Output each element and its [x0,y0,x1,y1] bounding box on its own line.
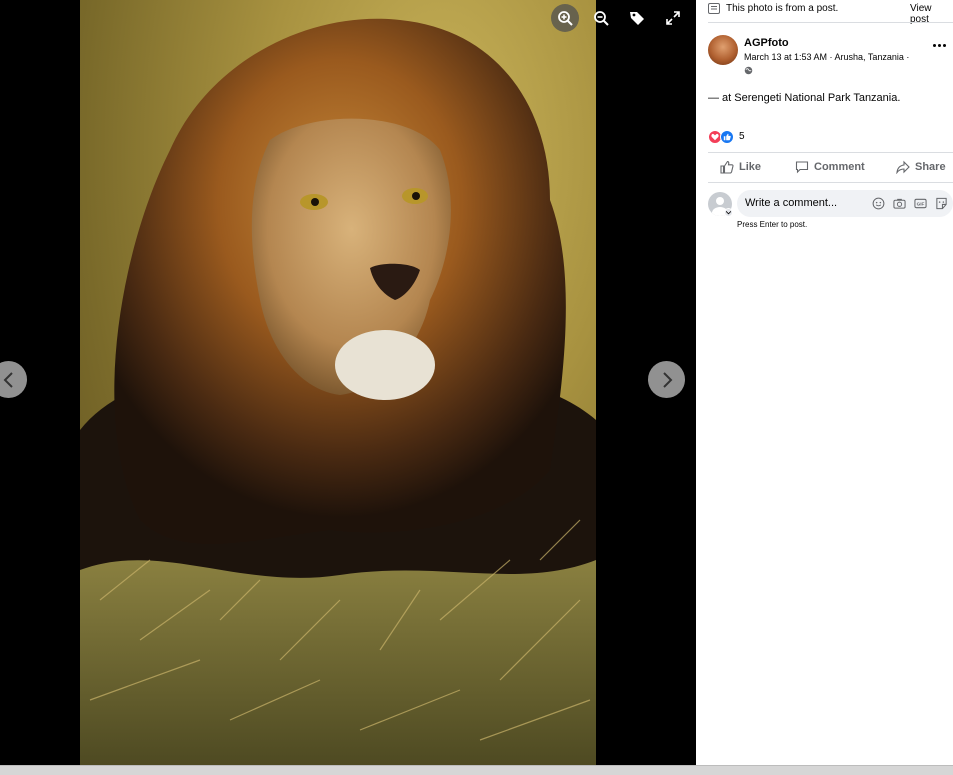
share-button[interactable]: Share [896,160,946,174]
reaction-count[interactable]: 5 [739,131,745,142]
zoom-in-button[interactable] [551,4,579,32]
chevron-left-icon [3,371,13,388]
like-reaction-icon [720,130,734,144]
zoom-out-icon [594,11,609,26]
like-button[interactable]: Like [720,160,761,174]
next-photo-button[interactable] [648,361,685,398]
lion-illustration [80,18,596,765]
camera-icon[interactable] [893,197,906,210]
zoom-out-button[interactable] [587,4,615,32]
tag-icon [630,12,644,25]
post-caption: — at Serengeti National Park Tanzania. [708,92,901,104]
previous-photo-button[interactable] [0,361,27,398]
zoom-in-icon [558,11,573,26]
svg-text:GIF: GIF [917,202,925,207]
fullscreen-button[interactable] [659,4,687,32]
comment-button[interactable]: Comment [795,160,865,174]
post-sidebar: This photo is from a post. View post AGP… [696,0,953,765]
comment-icon [795,161,809,174]
photo-viewer [0,0,696,765]
comment-label: Comment [814,161,865,173]
thumbs-up-icon [720,160,734,174]
lion-photo[interactable] [80,0,596,765]
tag-button[interactable] [623,4,651,32]
avatar[interactable] [708,35,738,65]
comment-placeholder: Write a comment... [745,197,838,209]
gif-icon[interactable]: GIF [914,197,927,210]
more-options-button[interactable] [933,44,946,47]
horizontal-scrollbar[interactable] [0,765,953,775]
like-label: Like [739,161,762,173]
globe-icon [744,66,753,75]
divider [708,152,953,153]
post-notice: This photo is from a post. [726,3,839,14]
emoji-icon[interactable] [872,197,885,210]
divider [708,22,953,23]
post-meta: March 13 at 1:53 AM · Arusha, Tanzania · [744,52,910,62]
author-name[interactable]: AGPfoto [744,37,789,49]
comment-input[interactable]: Write a comment... GIF [737,190,953,217]
chevron-down-icon[interactable] [724,208,733,217]
share-label: Share [915,161,946,173]
post-icon [708,3,720,14]
sticker-icon[interactable] [935,197,948,210]
share-icon [896,160,910,174]
chevron-right-icon [662,371,672,388]
divider [708,182,953,183]
post-hint: Press Enter to post. [737,220,808,229]
fullscreen-icon [666,11,680,25]
